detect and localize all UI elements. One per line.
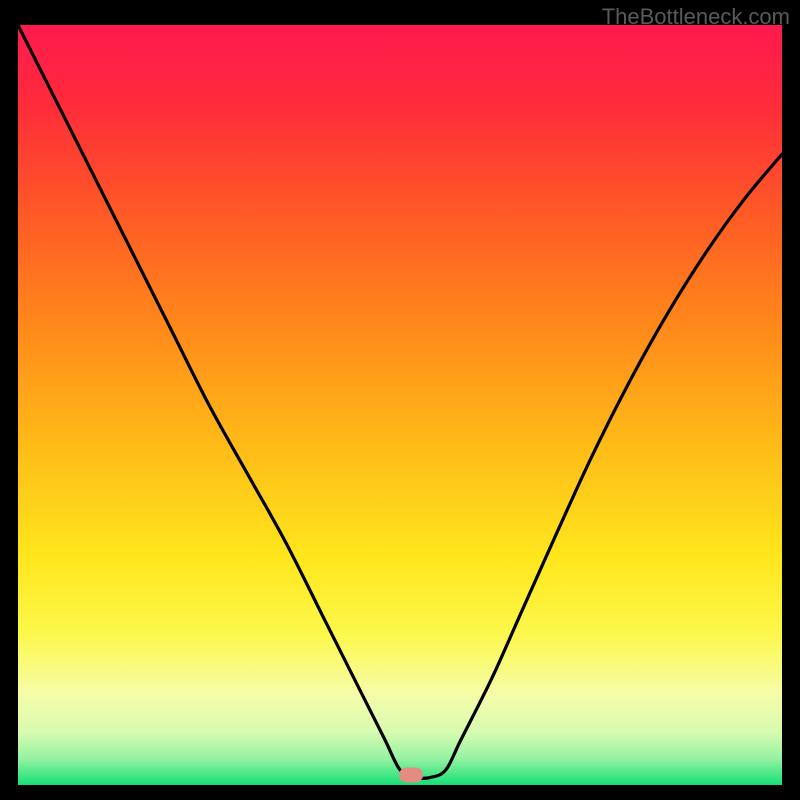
selected-config-marker — [399, 768, 423, 783]
chart-container: TheBottleneck.com — [0, 0, 800, 800]
bottleneck-plot — [18, 25, 782, 785]
gradient-background — [18, 25, 782, 785]
watermark-text: TheBottleneck.com — [602, 4, 790, 30]
